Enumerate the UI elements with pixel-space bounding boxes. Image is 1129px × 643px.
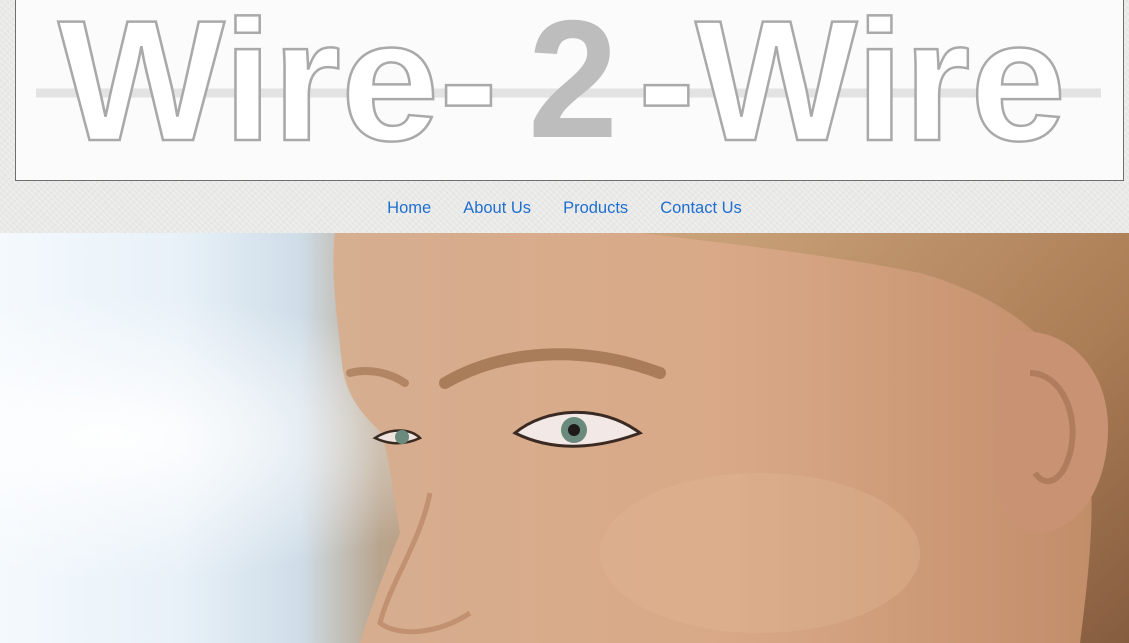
nav-products[interactable]: Products (563, 199, 628, 218)
site-logo-banner: Wire- 2 -Wire (15, 0, 1124, 181)
nav-about-us[interactable]: About Us (463, 199, 531, 218)
logo-graphic: Wire- 2 -Wire (36, 0, 1101, 178)
logo-word-left: Wire- (58, 0, 498, 177)
hero-face-illustration (0, 233, 1129, 643)
hero-image (0, 233, 1129, 643)
main-navigation: Home About Us Products Contact Us (0, 183, 1129, 233)
logo-word-right: -Wire (638, 0, 1066, 177)
nav-contact-us[interactable]: Contact Us (660, 199, 742, 218)
nav-home[interactable]: Home (387, 199, 431, 218)
logo-digit: 2 (528, 0, 618, 173)
